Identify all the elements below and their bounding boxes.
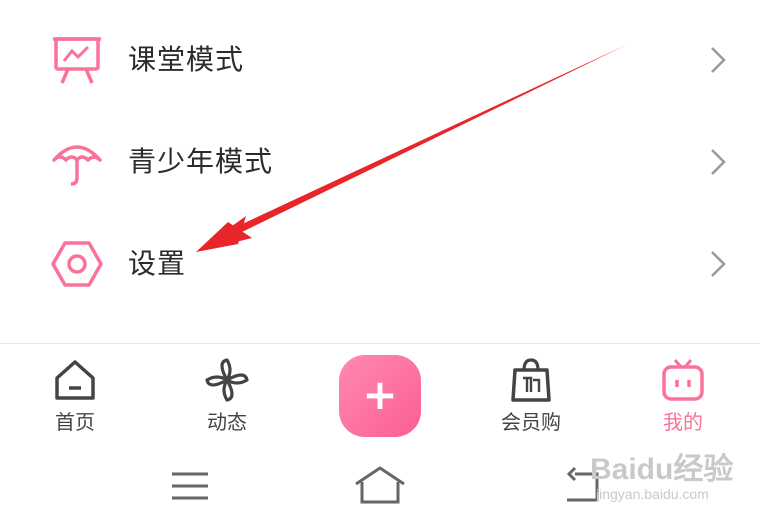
home-outline-icon[interactable]: [340, 458, 420, 508]
tab-label: 会员购: [501, 410, 561, 434]
plus-icon: +: [362, 370, 398, 419]
tab-home[interactable]: 首页: [15, 350, 135, 440]
tv-mascot-icon: [662, 358, 704, 401]
watermark-brand: Baidu经验: [590, 453, 734, 486]
tab-bar-divider: [0, 343, 760, 344]
chevron-right-icon: [711, 251, 726, 277]
menu-item-label: 课堂模式: [128, 43, 245, 76]
add-content-button[interactable]: +: [339, 355, 421, 437]
chevron-right-icon: [711, 47, 726, 73]
menu-item-settings[interactable]: 设置: [0, 216, 760, 312]
tab-member-shop[interactable]: 会员购: [471, 350, 591, 440]
hexagon-settings-icon: [51, 241, 103, 287]
home-icon: [55, 360, 95, 400]
umbrella-icon: [52, 145, 102, 186]
chevron-right-icon: [711, 149, 726, 175]
tab-label: 动态: [207, 410, 247, 434]
shopping-bag-icon: [511, 358, 551, 402]
tab-label: 我的: [663, 410, 703, 434]
baidu-watermark: Baidu经验 jingyan.baidu.com: [578, 436, 758, 516]
classroom-board-icon: [53, 37, 101, 84]
menu-item-label: 青少年模式: [128, 145, 274, 178]
watermark-url: jingyan.baidu.com: [596, 486, 709, 502]
menu-item-label: 设置: [128, 247, 187, 280]
pinwheel-icon: [205, 358, 249, 402]
tab-label: 首页: [55, 410, 95, 434]
tab-dynamics[interactable]: 动态: [167, 350, 287, 440]
menu-icon[interactable]: [150, 458, 230, 508]
tab-mine[interactable]: 我的: [623, 350, 743, 440]
menu-item-classroom-mode[interactable]: 课堂模式: [0, 12, 760, 108]
menu-item-youth-mode[interactable]: 青少年模式: [0, 114, 760, 210]
